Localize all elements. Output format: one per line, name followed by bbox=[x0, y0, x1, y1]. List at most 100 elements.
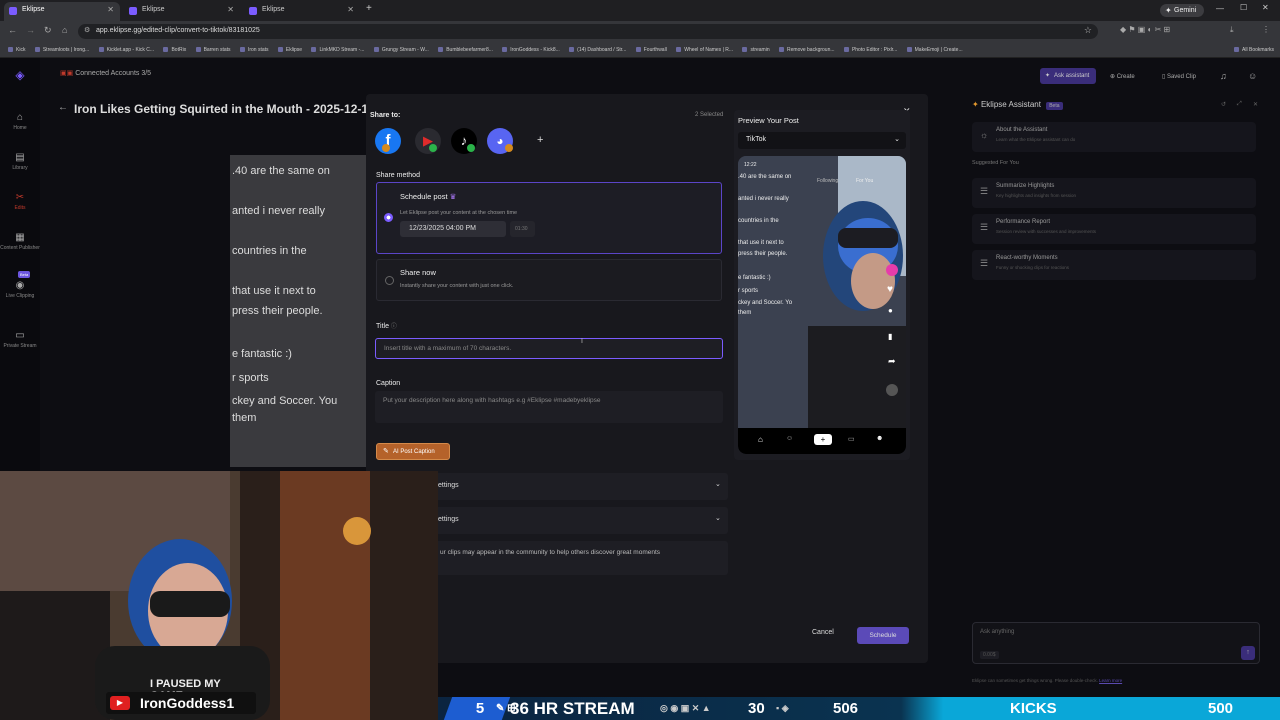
chevron-down-icon: ⌄ bbox=[894, 136, 900, 143]
platform-select[interactable]: TikTok ⌄ bbox=[738, 132, 906, 149]
bookmark-item[interactable]: Kicklet.app - Kick C... bbox=[99, 47, 155, 53]
share-now-radio[interactable] bbox=[385, 276, 394, 285]
sidebar-item-content-publisher[interactable]: ▦ Content Publisher bbox=[0, 232, 40, 251]
suggestion-desc: Session review with successes and improv… bbox=[996, 229, 1097, 234]
ai-post-caption-button[interactable]: ✎ AI Post Caption bbox=[376, 443, 450, 460]
suggestion-desc: Funny or shocking clips for reactions bbox=[996, 265, 1070, 270]
browser-tab[interactable]: Eklipse ✕ bbox=[124, 2, 240, 21]
bell-icon[interactable]: ♫ bbox=[1220, 71, 1227, 81]
close-tab-icon[interactable]: ✕ bbox=[347, 5, 354, 14]
schedule-post-option[interactable]: Schedule post ♛ Let Eklipse post your co… bbox=[376, 182, 722, 254]
tab-for-you[interactable]: For You bbox=[856, 178, 873, 184]
preview-caption-line: r sports bbox=[738, 288, 759, 294]
ask-assistant-button[interactable]: ✦ Ask assistant bbox=[1040, 68, 1096, 84]
preview-caption-line: press their people. bbox=[738, 251, 788, 257]
sidebar-item-library[interactable]: ▤ Library bbox=[0, 152, 40, 171]
close-tab-icon[interactable]: ✕ bbox=[107, 5, 114, 14]
bookmarks-bar: Kick Streamloots | Irong... Kicklet.app … bbox=[0, 42, 1280, 58]
bookmark-item[interactable]: Fourthwall bbox=[636, 47, 667, 53]
history-icon[interactable]: ↺ bbox=[1221, 101, 1226, 108]
site-info-icon[interactable]: ⚙ bbox=[84, 26, 90, 34]
all-bookmarks[interactable]: All Bookmarks bbox=[1230, 47, 1274, 53]
beta-badge: Beta bbox=[18, 271, 31, 278]
bookmark-star-icon[interactable]: ☆ bbox=[1084, 25, 1092, 36]
close-panel-icon[interactable]: ✕ bbox=[1253, 101, 1258, 108]
suggestion-desc: Key highlights and insights from session bbox=[996, 193, 1077, 198]
about-assistant-item[interactable]: ☼ About the Assistant Learn what the Ekl… bbox=[972, 122, 1256, 152]
bookmark-item[interactable]: IronGoddess - Kick8... bbox=[502, 47, 559, 53]
minimize-icon[interactable]: — bbox=[1216, 4, 1224, 13]
sidebar-item-private-stream[interactable]: ▭ Private Stream bbox=[0, 330, 40, 349]
reload-icon[interactable]: ↻ bbox=[44, 25, 52, 36]
schedule-radio[interactable] bbox=[384, 213, 393, 222]
assistant-panel: ✦ Eklipse Assistant Beta ↺ ⤢ ✕ ☼ About t… bbox=[965, 94, 1265, 704]
send-icon[interactable]: ↑ bbox=[1241, 646, 1255, 660]
disclaimer-text: Eklipse can sometimes get things wrong. … bbox=[972, 678, 1098, 683]
gemini-button[interactable]: ✦ Gemini bbox=[1160, 4, 1204, 17]
learn-more-link[interactable]: Learn more bbox=[1099, 678, 1122, 683]
tab-label: Eklipse bbox=[22, 6, 45, 13]
close-tab-icon[interactable]: ✕ bbox=[227, 5, 234, 14]
bookmark-item[interactable]: BotRix bbox=[163, 47, 186, 53]
suggestion-item[interactable]: ☰ React-worthy Moments Funny or shocking… bbox=[972, 250, 1256, 280]
title-input[interactable]: Insert title with a maximum of 70 charac… bbox=[375, 338, 723, 359]
sidebar-item-edits[interactable]: ✂ Edits bbox=[0, 192, 40, 211]
expand-icon[interactable]: ⤢ bbox=[1237, 101, 1242, 108]
maximize-icon[interactable]: ☐ bbox=[1240, 3, 1247, 12]
cancel-button[interactable]: Cancel bbox=[812, 629, 834, 636]
youtube-shorts-icon[interactable]: ▶ bbox=[415, 128, 441, 154]
create-button[interactable]: ⊕ Create bbox=[1110, 73, 1135, 80]
add-account-button[interactable]: + bbox=[537, 134, 543, 146]
bookmark-item[interactable]: Bumblebeefarmer8... bbox=[438, 47, 493, 53]
schedule-date-input[interactable]: 12/23/2025 04:00 PM bbox=[400, 221, 506, 237]
bookmark-item[interactable]: streamin bbox=[742, 47, 769, 53]
new-tab-button[interactable]: + bbox=[366, 3, 372, 14]
tab-following[interactable]: Following bbox=[817, 178, 838, 184]
selected-count: 2 Selected bbox=[695, 112, 724, 118]
home-icon[interactable]: ⌂ bbox=[62, 25, 67, 35]
bookmark-item[interactable]: Kick bbox=[8, 47, 25, 53]
bookmark-item[interactable]: Barren stats bbox=[196, 47, 231, 53]
suggestion-title: Summarize Highlights bbox=[996, 183, 1055, 189]
connected-accounts[interactable]: ▣▣ Connected Accounts 3/5 bbox=[60, 69, 151, 77]
beta-badge: Beta bbox=[1046, 102, 1063, 110]
bookmark-item[interactable]: Grungy Stream - W... bbox=[374, 47, 429, 53]
menu-kebab-icon[interactable]: ⋮ bbox=[1262, 25, 1270, 34]
sidebar-item-home[interactable]: ⌂ Home bbox=[0, 112, 40, 131]
bookmark-item[interactable]: Wheel of Names | R... bbox=[676, 47, 733, 53]
ask-assistant-label: Ask assistant bbox=[1054, 73, 1090, 79]
schedule-button[interactable]: Schedule bbox=[857, 627, 909, 644]
bookmark-item[interactable]: Remove backgroun... bbox=[779, 47, 835, 53]
bookmark-item[interactable]: Photo Editor : Pixlr... bbox=[844, 47, 897, 53]
bookmark-item[interactable]: Iron stats bbox=[240, 47, 269, 53]
back-arrow-icon[interactable]: ← bbox=[58, 102, 68, 113]
forward-icon[interactable]: → bbox=[26, 25, 35, 35]
title-placeholder: Insert title with a maximum of 70 charac… bbox=[384, 345, 512, 352]
browser-tab[interactable]: Eklipse ✕ bbox=[244, 2, 360, 21]
sidebar-item-live-clipping[interactable]: ◉ Live Clipping bbox=[0, 280, 40, 299]
share-now-option[interactable]: Share now Instantly share your content w… bbox=[376, 259, 722, 301]
url-text: app.eklipse.gg/edited-clip/convert-to-ti… bbox=[96, 27, 260, 34]
close-window-icon[interactable]: ✕ bbox=[1262, 3, 1269, 12]
url-input[interactable]: ⚙ app.eklipse.gg/edited-clip/convert-to-… bbox=[78, 24, 1098, 39]
browser-tab[interactable]: Eklipse ✕ bbox=[4, 2, 120, 21]
caption-input[interactable]: Put your description here along with has… bbox=[375, 391, 723, 423]
list-icon: ☰ bbox=[980, 186, 989, 196]
bookmark-item[interactable]: Streamloots | Irong... bbox=[35, 47, 89, 53]
plus-icon: ⊕ bbox=[1110, 74, 1117, 80]
bookmark-item[interactable]: Eklipse bbox=[278, 47, 302, 53]
download-icon[interactable]: ⤓ bbox=[1230, 25, 1234, 35]
saved-clip-button[interactable]: ▯ Saved Clip bbox=[1162, 73, 1196, 80]
suggestion-item[interactable]: ☰ Performance Report Session review with… bbox=[972, 214, 1256, 244]
suggestion-item[interactable]: ☰ Summarize Highlights Key highlights an… bbox=[972, 178, 1256, 208]
bookmark-item[interactable]: MakeEmoji | Create... bbox=[907, 47, 963, 53]
bookmark-item[interactable]: LinkMKD Stream -... bbox=[311, 47, 364, 53]
youtube-icon: ▶ bbox=[110, 696, 130, 710]
user-icon[interactable]: ☺ bbox=[1248, 71, 1257, 81]
back-icon[interactable]: ← bbox=[8, 25, 17, 35]
assistant-input[interactable]: Ask anything 0.00$ ↑ bbox=[972, 622, 1260, 664]
extensions-icon[interactable]: ◆ ⚑ ▣ ◐ ✂ ⊞ bbox=[1120, 25, 1170, 34]
preview-caption-line: them bbox=[738, 310, 752, 316]
scissors-icon: ✂ bbox=[15, 192, 25, 203]
bookmark-item[interactable]: (14) Dashboard / Str... bbox=[569, 47, 626, 53]
